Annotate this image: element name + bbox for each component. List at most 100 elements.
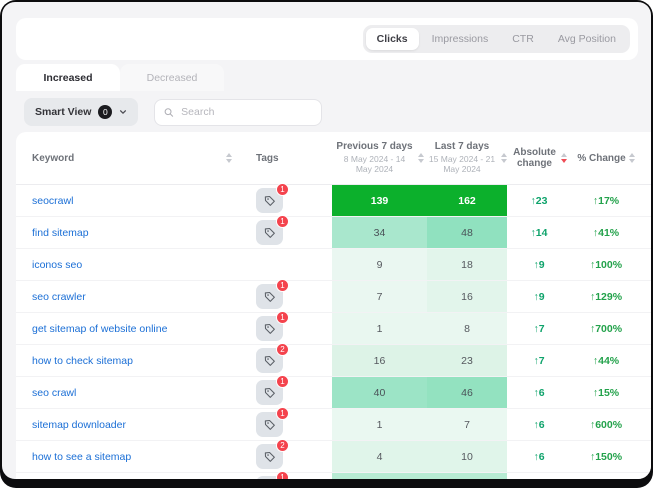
previous-clicks-value: 139 [332, 185, 427, 216]
table-row: 1 [16, 473, 651, 479]
header-url: URL [641, 153, 651, 164]
sort-icon-percent[interactable] [629, 153, 635, 163]
metric-tab-ctr[interactable]: CTR [501, 28, 545, 50]
previous-clicks-value [332, 473, 427, 479]
tag-count-badge: 2 [276, 439, 289, 452]
absolute-change-value: ↑14 [531, 227, 548, 239]
absolute-change-value: ↑6 [533, 419, 544, 431]
metric-tab-impressions[interactable]: Impressions [421, 28, 500, 50]
header-previous-7-days[interactable]: Previous 7 days 8 May 2024 - 14 May 2024 [332, 141, 427, 175]
chevron-down-icon [119, 108, 127, 116]
keyword-link[interactable]: iconos seo [32, 259, 82, 271]
last-clicks-value: 16 [427, 281, 507, 312]
header-last-title: Last 7 days [435, 141, 489, 154]
last-clicks-value: 162 [427, 185, 507, 216]
header-percent-change[interactable]: % Change [571, 153, 641, 164]
window-frame: Clicks Impressions CTR Avg Position Incr… [0, 0, 653, 488]
tag-button[interactable]: 1 [256, 284, 283, 309]
keyword-link[interactable]: find sitemap [32, 227, 89, 239]
absolute-change-value: ↑9 [533, 291, 544, 303]
keyword-link[interactable]: get sitemap of website online [32, 323, 167, 335]
header-tags: Tags [238, 153, 332, 164]
previous-clicks-value: 34 [332, 217, 427, 248]
app-screen: Clicks Impressions CTR Avg Position Incr… [2, 2, 651, 479]
percent-change-value: ↑129% [590, 291, 622, 303]
tag-count-badge: 1 [276, 183, 289, 196]
percent-change-value: ↑600% [590, 419, 622, 431]
table-row: get sitemap of website online 1 1 8 ↑7 ↑… [16, 313, 651, 345]
tag-button[interactable]: 1 [256, 220, 283, 245]
header-keyword[interactable]: Keyword [16, 153, 238, 164]
tag-icon [264, 227, 276, 239]
header-previous-title: Previous 7 days [336, 141, 412, 154]
tab-decreased[interactable]: Decreased [120, 64, 224, 91]
tag-button[interactable]: 1 [256, 380, 283, 405]
tag-count-badge: 1 [276, 311, 289, 324]
search-box[interactable] [154, 99, 322, 126]
tag-button[interactable]: 2 [256, 444, 283, 469]
header-last-7-days[interactable]: Last 7 days 15 May 2024 - 21 May 2024 [427, 141, 507, 175]
percent-change-value: ↑100% [590, 259, 622, 271]
header-last-dates: 15 May 2024 - 21 May 2024 [427, 154, 497, 175]
previous-clicks-value: 9 [332, 249, 427, 280]
previous-clicks-value: 1 [332, 409, 427, 440]
table-row: iconos seo 9 18 ↑9 ↑100% /em [16, 249, 651, 281]
header-absolute-change[interactable]: Absolute change [507, 147, 571, 169]
metric-segmented-control: Clicks Impressions CTR Avg Position [363, 25, 630, 53]
sort-icon-keyword[interactable] [226, 153, 232, 163]
tag-button[interactable]: 1 [256, 412, 283, 437]
tag-button[interactable]: 1 [256, 316, 283, 341]
last-clicks-value: 46 [427, 377, 507, 408]
tag-button[interactable]: 1 [256, 188, 283, 213]
tag-icon [264, 291, 276, 303]
tag-count-badge: 2 [276, 343, 289, 356]
percent-change-value: ↑150% [590, 451, 622, 463]
table-row: sitemap downloader 1 1 7 ↑6 ↑600% /en [16, 409, 651, 441]
absolute-change-value: ↑7 [533, 355, 544, 367]
absolute-change-value: ↑6 [533, 387, 544, 399]
header-keyword-label: Keyword [32, 153, 74, 164]
tag-count-badge: 1 [276, 375, 289, 388]
keyword-link[interactable]: seocrawl [32, 195, 73, 207]
absolute-change-value: ↑6 [533, 451, 544, 463]
filter-bar: Smart View 0 [24, 98, 322, 126]
table-body: seocrawl 1 139 162 ↑23 ↑17% / find sitem… [16, 185, 651, 479]
tag-button[interactable]: 2 [256, 348, 283, 373]
percent-change-value: ↑15% [593, 387, 619, 399]
keyword-link[interactable]: how to see a sitemap [32, 451, 131, 463]
search-input[interactable] [181, 106, 312, 118]
keyword-link[interactable]: seo crawl [32, 387, 76, 399]
tag-count-badge: 1 [276, 279, 289, 292]
absolute-change-value: ↑9 [533, 259, 544, 271]
tab-increased[interactable]: Increased [16, 64, 120, 91]
tag-button[interactable]: 1 [256, 476, 283, 479]
tag-icon [264, 355, 276, 367]
absolute-change-value: ↑23 [531, 195, 548, 207]
tag-count-badge: 1 [276, 215, 289, 228]
smart-view-dropdown[interactable]: Smart View 0 [24, 98, 138, 126]
top-toolbar: Clicks Impressions CTR Avg Position [16, 18, 638, 60]
metric-tab-clicks[interactable]: Clicks [366, 28, 419, 50]
table-row: how to see a sitemap 2 4 10 ↑6 ↑150% /en [16, 441, 651, 473]
keyword-link[interactable]: sitemap downloader [32, 419, 126, 431]
tag-icon [264, 451, 276, 463]
absolute-change-value: ↑7 [533, 323, 544, 335]
metric-tab-avg-position[interactable]: Avg Position [547, 28, 627, 50]
search-icon [164, 107, 174, 118]
last-clicks-value: 8 [427, 313, 507, 344]
tag-icon [264, 323, 276, 335]
header-tags-label: Tags [256, 153, 279, 164]
keyword-link[interactable]: seo crawler [32, 291, 86, 303]
percent-change-value: ↑17% [593, 195, 619, 207]
percent-change-value: ↑44% [593, 355, 619, 367]
table-row: seocrawl 1 139 162 ↑23 ↑17% / [16, 185, 651, 217]
sort-icon-previous[interactable] [418, 153, 424, 163]
header-percent-label: % Change [577, 153, 625, 164]
keyword-link[interactable]: how to check sitemap [32, 355, 133, 367]
trend-tabs: Increased Decreased [16, 64, 224, 91]
previous-clicks-value: 40 [332, 377, 427, 408]
tag-icon [264, 195, 276, 207]
tag-count-badge: 1 [276, 407, 289, 420]
table-row: find sitemap 1 34 48 ↑14 ↑41% /en [16, 217, 651, 249]
sort-icon-absolute-change-active[interactable] [561, 153, 567, 163]
